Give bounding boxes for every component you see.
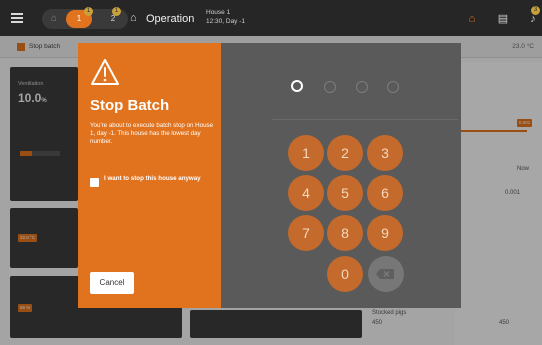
pin-dot — [291, 80, 303, 92]
confirm-checkbox[interactable] — [90, 178, 99, 187]
top-bar: ⌂ 1 2 1 1 ⌂ Operation House 1 12:30, Day… — [0, 0, 542, 36]
warning-icon — [91, 59, 119, 85]
house-time: 12:30, Day -1 — [206, 18, 246, 25]
keypad-key-7[interactable]: 7 — [288, 215, 324, 251]
keypad-key-0[interactable]: 0 — [327, 256, 363, 292]
keypad-key-8[interactable]: 8 — [327, 215, 363, 251]
pin-divider — [272, 119, 458, 120]
backspace-key[interactable] — [368, 256, 404, 292]
pin-dot — [324, 81, 336, 93]
cancel-button[interactable]: Cancel — [90, 272, 134, 294]
keypad-key-1[interactable]: 1 — [288, 135, 324, 171]
house-view-icon[interactable]: ⌂ — [465, 12, 479, 26]
menu-icon[interactable] — [11, 13, 23, 23]
confirm-checkbox-label[interactable]: I want to stop this house anyway — [104, 175, 204, 183]
notification-badge: 3 — [531, 6, 540, 15]
report-icon[interactable]: ▤ — [496, 12, 510, 26]
house-info: House 1 12:30, Day -1 — [206, 8, 245, 26]
keypad-key-3[interactable]: 3 — [367, 135, 403, 171]
pin-dot — [387, 81, 399, 93]
mode-label[interactable]: Operation — [146, 13, 194, 25]
keypad-key-6[interactable]: 6 — [367, 175, 403, 211]
home-outline-icon: ⌂ — [130, 12, 137, 24]
backspace-icon — [376, 269, 394, 279]
home-icon[interactable]: ⌂ — [48, 13, 60, 25]
keypad-key-5[interactable]: 5 — [327, 175, 363, 211]
dialog-description: You're about to execute batch stop on Ho… — [90, 122, 214, 145]
keypad-key-4[interactable]: 4 — [288, 175, 324, 211]
pin-dot — [356, 81, 368, 93]
dialog-title: Stop Batch — [90, 97, 170, 114]
house-name: House 1 — [206, 9, 231, 16]
keypad-key-2[interactable]: 2 — [327, 135, 363, 171]
house-2-badge: 1 — [112, 7, 121, 16]
house-1-badge: 1 — [84, 7, 93, 16]
keypad-key-9[interactable]: 9 — [367, 215, 403, 251]
